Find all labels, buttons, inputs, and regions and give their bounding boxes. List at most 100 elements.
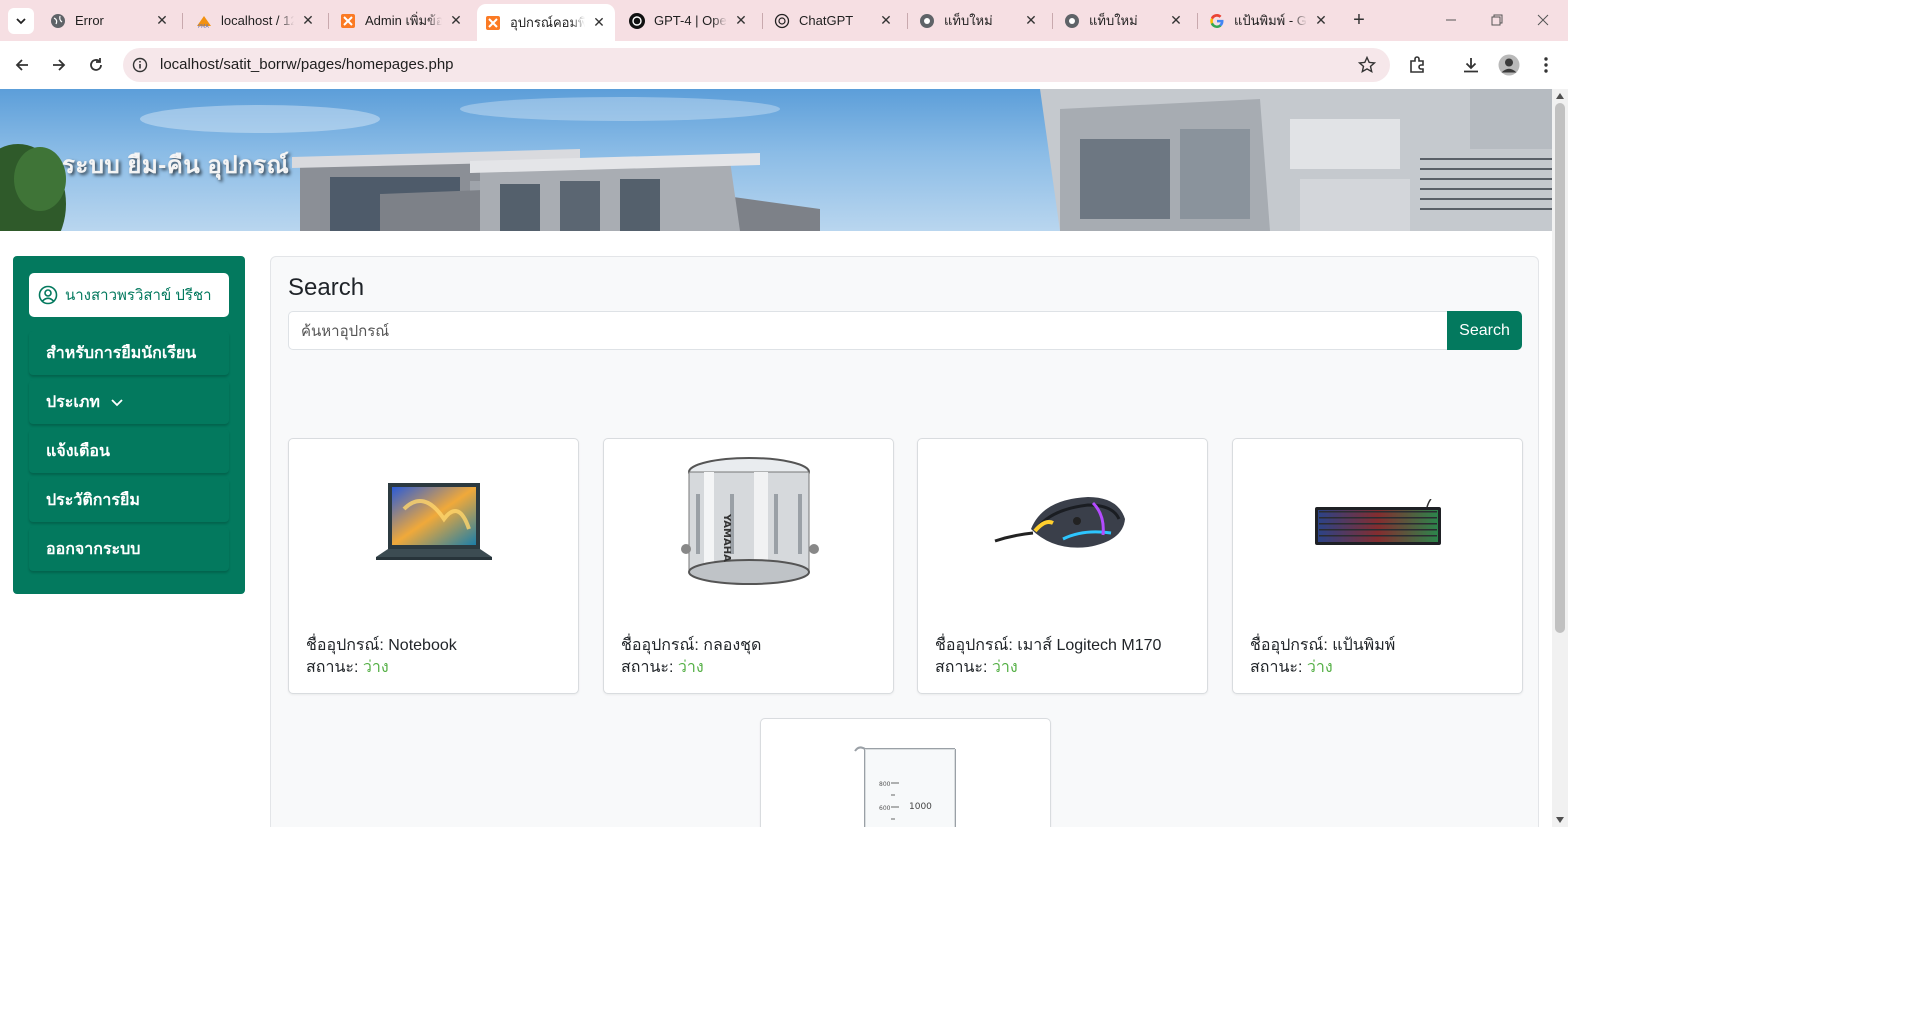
new-tab-button[interactable]: +: [1347, 8, 1371, 32]
sidebar-item-label: ประวัติการยืม: [46, 491, 140, 509]
equipment-card[interactable]: YAMAHA ชื่ออุปกรณ์: กลองชุด สถานะ: ว่าง: [603, 438, 894, 694]
reload-button[interactable]: [84, 53, 108, 77]
browser-menu-button[interactable]: [1534, 53, 1558, 77]
scroll-down-arrow-icon[interactable]: [1556, 817, 1564, 823]
mouse-image: [918, 449, 1207, 599]
tab-title: แท็บใหม่: [944, 13, 993, 28]
user-name: นางสาวพรวิสาข์ ปรีชา: [65, 287, 212, 304]
tab-title: อุปกรณ์คอมพิวเตอร์: [510, 15, 585, 30]
scrollbar-thumb[interactable]: [1555, 103, 1565, 633]
equipment-card[interactable]: ชื่ออุปกรณ์: เมาส์ Logitech M170 สถานะ: …: [917, 438, 1208, 694]
drum-image: YAMAHA: [604, 449, 893, 599]
equipment-card[interactable]: ชื่ออุปกรณ์: แป้นพิมพ์ สถานะ: ว่าง: [1232, 438, 1523, 694]
close-icon[interactable]: ✕: [154, 12, 170, 29]
browser-tab[interactable]: PMA localhost / 127.0.0.1 ✕: [190, 6, 322, 35]
close-window-button[interactable]: [1533, 10, 1553, 30]
equipment-status: สถานะ: ว่าง: [621, 659, 704, 676]
restore-button[interactable]: [1487, 10, 1507, 30]
avatar: [1498, 54, 1520, 76]
downloads-button[interactable]: [1459, 53, 1483, 77]
laptop-image: [289, 449, 578, 599]
scroll-up-arrow-icon[interactable]: [1556, 93, 1564, 99]
forward-button[interactable]: [47, 53, 71, 77]
more-vert-icon: [1544, 57, 1548, 73]
equipment-card[interactable]: ชื่ออุปกรณ์: Notebook สถานะ: ว่าง: [288, 438, 579, 694]
browser-tab[interactable]: GPT-4 | OpenAI ✕: [623, 6, 755, 35]
sidebar-item-category[interactable]: ประเภท: [29, 380, 229, 424]
tab-separator: [1197, 13, 1198, 29]
browser-tab[interactable]: แป้นพิมพ์ - Google ✕: [1203, 6, 1335, 35]
tab-separator: [328, 13, 329, 29]
search-button[interactable]: Search: [1447, 311, 1522, 350]
xampp-icon: [485, 15, 501, 31]
arrow-right-icon: [53, 59, 66, 71]
user-profile[interactable]: นางสาวพรวิสาข์ ปรีชา: [29, 273, 229, 317]
download-icon: [1464, 58, 1478, 73]
close-icon[interactable]: ✕: [591, 14, 607, 31]
sidebar-item-notifications[interactable]: แจ้งเตือน: [29, 429, 229, 473]
sidebar: นางสาวพรวิสาข์ ปรีชา สำหรับการยืมนักเรีย…: [13, 256, 245, 594]
tab-separator: [182, 13, 183, 29]
browser-tab[interactable]: ChatGPT ✕: [768, 6, 900, 35]
tab-title: แป้นพิมพ์ - Google: [1234, 13, 1307, 28]
tab-separator: [1052, 13, 1053, 29]
search-input[interactable]: ค้นหาอุปกรณ์: [288, 311, 1448, 350]
close-icon[interactable]: ✕: [878, 12, 894, 29]
close-icon[interactable]: ✕: [733, 12, 749, 29]
extensions-button[interactable]: [1406, 53, 1430, 77]
browser-tabstrip: Error ✕ PMA localhost / 127.0.0.1 ✕ Admi…: [0, 0, 1568, 41]
back-button[interactable]: [10, 53, 34, 77]
browser-tab[interactable]: Admin เพิ่มข้อมูล ✕: [334, 6, 470, 35]
phpmyadmin-icon: PMA: [196, 13, 212, 29]
profile-button[interactable]: [1497, 53, 1521, 77]
sidebar-item-history[interactable]: ประวัติการยืม: [29, 478, 229, 522]
close-icon[interactable]: ✕: [448, 12, 464, 29]
browser-tab[interactable]: แท็บใหม่ ✕: [913, 6, 1045, 35]
equipment-status: สถานะ: ว่าง: [306, 659, 389, 676]
xampp-icon: [340, 13, 356, 29]
sidebar-item-label: ประเภท: [46, 393, 100, 411]
sidebar-item-student-borrow[interactable]: สำหรับการยืมนักเรียน: [29, 331, 229, 375]
chevron-down-icon: [16, 18, 26, 25]
globe-icon: [50, 13, 66, 29]
tab-search-button[interactable]: [8, 8, 34, 34]
site-info-icon[interactable]: [132, 57, 148, 73]
browser-tab[interactable]: Error ✕: [44, 6, 176, 35]
browser-tab[interactable]: แท็บใหม่ ✕: [1058, 6, 1190, 35]
tab-title: Admin เพิ่มข้อมูล: [365, 13, 442, 28]
address-bar[interactable]: localhost/satit_borrw/pages/homepages.ph…: [123, 48, 1390, 82]
google-icon: [1209, 13, 1225, 29]
close-icon[interactable]: ✕: [1023, 12, 1039, 29]
chrome-icon: [919, 13, 935, 29]
puzzle-icon: [1410, 56, 1424, 73]
sidebar-item-logout[interactable]: ออกจากระบบ: [29, 527, 229, 571]
reload-icon: [90, 58, 102, 71]
svg-text:600: 600: [879, 805, 891, 812]
tab-title: localhost / 127.0.0.1: [221, 13, 294, 28]
minimize-button[interactable]: [1441, 10, 1461, 30]
header-banner: ระบบ ยืม-คืน อุปกรณ์: [0, 89, 1552, 231]
user-circle-icon: [38, 285, 58, 305]
status-badge: ว่าง: [1306, 659, 1333, 676]
status-badge: ว่าง: [677, 659, 704, 676]
close-icon[interactable]: ✕: [1313, 12, 1329, 29]
url-text: localhost/satit_borrw/pages/homepages.ph…: [160, 56, 454, 73]
equipment-status: สถานะ: ว่าง: [935, 659, 1018, 676]
status-badge: ว่าง: [991, 659, 1018, 676]
close-icon[interactable]: ✕: [1168, 12, 1184, 29]
equipment-card[interactable]: 800 600 1000: [760, 718, 1051, 827]
keyboard-image: [1233, 449, 1522, 599]
close-icon: [1537, 14, 1549, 26]
beaker-image: 800 600 1000: [761, 743, 1050, 827]
browser-tab-active[interactable]: อุปกรณ์คอมพิวเตอร์ ✕: [477, 4, 615, 41]
svg-text:PMA: PMA: [198, 24, 209, 29]
tab-separator: [762, 13, 763, 29]
openai-icon: [774, 13, 790, 29]
page-scrollbar[interactable]: [1552, 89, 1568, 827]
bookmark-star-icon[interactable]: [1358, 56, 1376, 74]
close-icon[interactable]: ✕: [300, 12, 316, 29]
chevron-down-icon: [110, 395, 124, 409]
site-title: ระบบ ยืม-คืน อุปกรณ์: [62, 152, 290, 179]
main-content: Search ค้นหาอุปกรณ์ Search ชื่ออุปกรณ์: …: [270, 256, 1539, 827]
search-heading: Search: [288, 274, 365, 301]
